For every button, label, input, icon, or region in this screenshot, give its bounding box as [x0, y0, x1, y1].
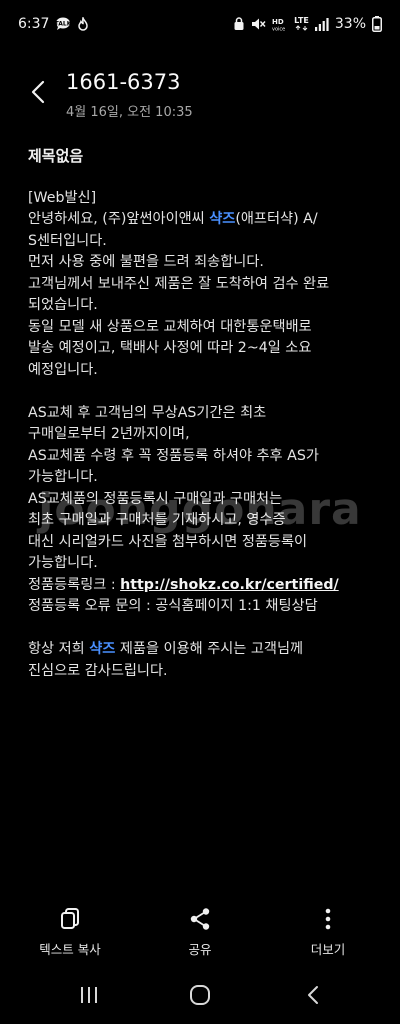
flame-notification-icon: [77, 17, 89, 31]
chat-notification-icon: TALK: [55, 17, 71, 31]
greeting-text-cont: (애프터샥) A/: [235, 211, 318, 227]
message-line: 정품등록링크 : http://shokz.co.kr/certified/: [28, 575, 380, 597]
message-line: 가능합니다.: [28, 469, 98, 485]
thanks-text: 항상 저희: [28, 641, 90, 657]
share-icon: [190, 908, 210, 930]
copy-icon: [61, 908, 79, 929]
message-line: 구매일로부터 2년까지이며,: [28, 426, 190, 442]
message-line: 예정입니다.: [28, 361, 98, 378]
svg-text:HD: HD: [272, 18, 284, 26]
share-button[interactable]: 공유: [140, 905, 260, 965]
more-button[interactable]: 더보기: [268, 905, 388, 965]
message-line: 되었습니다.: [28, 297, 98, 313]
svg-text:voice: voice: [272, 27, 285, 32]
mute-icon: [251, 17, 266, 31]
message-line: AS교체품의 정품등록시 구매일과 구매처는: [28, 490, 283, 507]
message-line: 먼저 사용 중에 불편을 드려 죄송합니다.: [28, 254, 264, 270]
copy-text-button[interactable]: 텍스트 복사: [10, 905, 130, 965]
brand-highlight[interactable]: 샥즈: [89, 641, 115, 657]
hd-voice-icon: HD voice: [272, 17, 288, 31]
lte-label: LTE: [294, 16, 309, 25]
message-line: 최초 구매일과 구매처를 기재하시고, 영수증: [28, 512, 286, 528]
more-vertical-icon: [325, 908, 331, 930]
copy-text-label: 텍스트 복사: [39, 942, 101, 957]
lte-icon: LTE: [294, 17, 309, 31]
recents-icon: [81, 987, 97, 1003]
nav-back-icon: [308, 986, 318, 1004]
battery-icon: [372, 16, 382, 32]
message-line: 동일 모델 새 상품으로 교체하여 대한통운택배로: [28, 318, 312, 335]
system-nav-bar: [0, 970, 400, 1020]
message-line: AS교체품 수령 후 꼭 정품등록 하셔야 추후 AS가: [28, 447, 319, 464]
status-bar: 6:37 TALK HD voice LTE 33%: [0, 0, 400, 48]
sender-number[interactable]: 1661-6373: [66, 70, 180, 94]
message-header: 1661-6373 4월 16일, 오전 10:35: [0, 56, 400, 126]
bottom-toolbar: 텍스트 복사 공유 더보기: [0, 905, 400, 965]
alarm-lock-icon: [233, 17, 245, 31]
greeting-text: 안녕하세요, (주)앞썬아이앤씨: [28, 211, 210, 227]
svg-text:TALK: TALK: [55, 20, 71, 27]
message-line: 고객님께서 보내주신 제품은 잘 도착하여 검수 완료: [28, 275, 330, 292]
share-label: 공유: [188, 942, 212, 957]
nav-back-button[interactable]: [288, 978, 338, 1012]
message-line: [Web발신]: [28, 189, 97, 206]
message-date: 4월 16일, 오전 10:35: [66, 105, 193, 120]
back-button[interactable]: [22, 76, 54, 108]
message-line: 안녕하세요, (주)앞썬아이앤씨 샥즈(애프터샥) A/: [28, 209, 380, 231]
status-left: 6:37 TALK: [18, 16, 89, 32]
brand-highlight[interactable]: 샥즈: [209, 211, 235, 227]
message-body[interactable]: 제목없음 [Web발신] 안녕하세요, (주)앞썬아이앤씨 샥즈(애프터샥) A…: [28, 146, 380, 682]
home-icon: [190, 985, 210, 1005]
status-right: HD voice LTE 33%: [233, 16, 382, 32]
message-line: 항상 저희 샥즈 제품을 이용해 주시는 고객님께: [28, 639, 380, 661]
recents-button[interactable]: [64, 978, 114, 1012]
message-line: 정품등록 오류 문의 : 공식홈페이지 1:1 채팅상담: [28, 598, 318, 614]
message-line: 대신 시리얼카드 사진을 첨부하시면 정품등록이: [28, 533, 308, 550]
message-line: 진심으로 감사드립니다.: [28, 662, 168, 679]
home-button[interactable]: [175, 978, 225, 1012]
thanks-text-cont: 제품을 이용해 주시는 고객님께: [115, 641, 304, 657]
battery-percent: 33%: [334, 16, 366, 32]
link-label: 정품등록링크 :: [28, 576, 121, 593]
message-line: S센터입니다.: [28, 232, 107, 249]
message-line: 가능합니다.: [28, 555, 98, 571]
status-time: 6:37: [18, 16, 50, 32]
more-label: 더보기: [310, 942, 346, 957]
signal-icon: [314, 17, 329, 31]
message-subject: 제목없음: [28, 147, 84, 165]
chevron-left-icon: [31, 80, 45, 104]
message-line: AS교체 후 고객님의 무상AS기간은 최초: [28, 404, 267, 421]
message-line: 발송 예정이고, 택배사 사정에 따라 2~4일 소요: [28, 340, 312, 356]
certified-link[interactable]: http://shokz.co.kr/certified/: [120, 577, 339, 593]
